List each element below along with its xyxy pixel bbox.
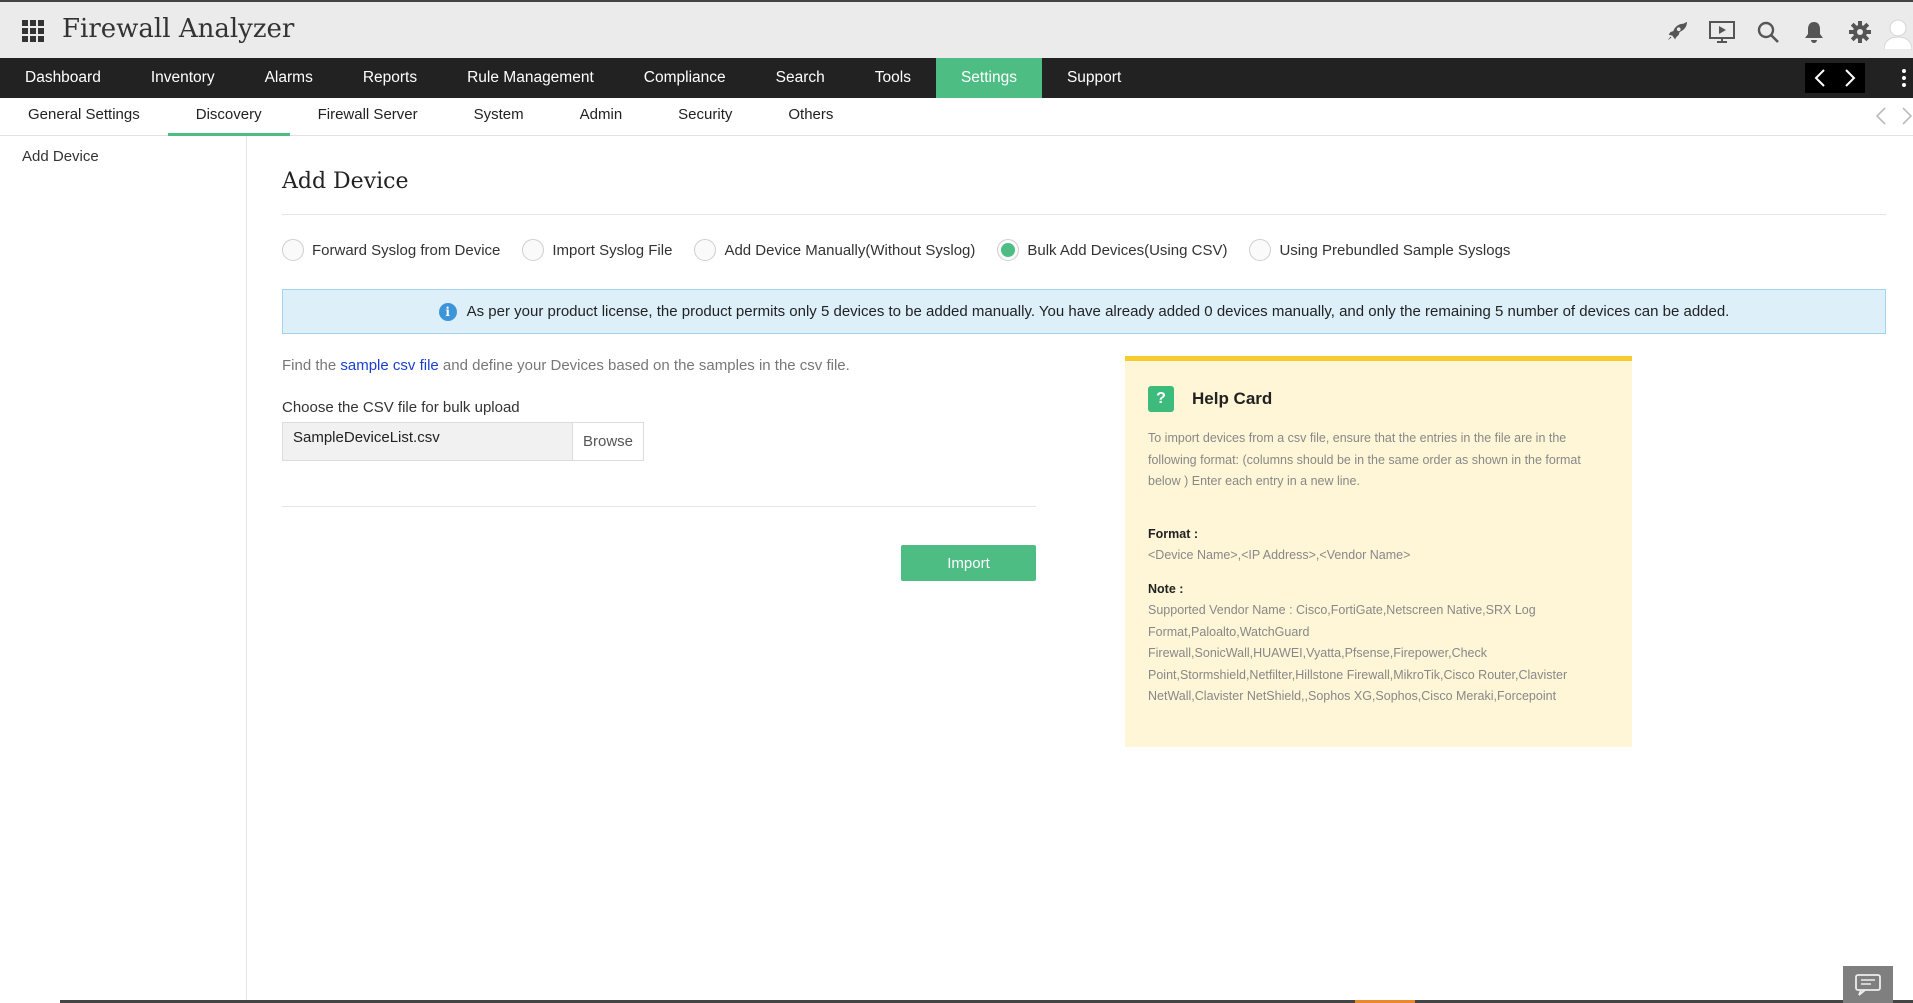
radio-label: Forward Syslog from Device <box>312 241 501 259</box>
note-label: Note : <box>1148 581 1184 596</box>
add-method-radio-group: Forward Syslog from Device Import Syslog… <box>282 234 1532 266</box>
radio-label: Import Syslog File <box>552 241 673 259</box>
gear-icon[interactable] <box>1837 14 1883 50</box>
help-intro: To import devices from a csv file, ensur… <box>1148 431 1581 488</box>
sub-nav: General Settings Discovery Firewall Serv… <box>0 98 1913 136</box>
radio-circle[interactable] <box>1249 239 1272 261</box>
radio-add-device-manually[interactable]: Add Device Manually(Without Syslog) <box>694 239 975 261</box>
nav-compliance[interactable]: Compliance <box>619 58 751 98</box>
chevron-left-icon[interactable] <box>1875 107 1887 125</box>
radio-prebundled-sample-syslogs[interactable]: Using Prebundled Sample Syslogs <box>1249 239 1510 261</box>
subnav-firewall-server[interactable]: Firewall Server <box>290 98 446 136</box>
chevron-right-icon[interactable] <box>1835 63 1865 93</box>
more-vertical-icon[interactable] <box>1895 58 1913 98</box>
help-card-header: ? Help Card <box>1148 386 1610 412</box>
nav-tools[interactable]: Tools <box>850 58 936 98</box>
radio-import-syslog-file[interactable]: Import Syslog File <box>522 239 672 261</box>
format-value: <Device Name>,<IP Address>,<Vendor Name> <box>1148 548 1411 562</box>
radio-circle-checked[interactable] <box>997 239 1020 261</box>
csv-file-input[interactable]: SampleDeviceList.csv <box>282 422 572 461</box>
radio-forward-syslog[interactable]: Forward Syslog from Device <box>282 239 500 261</box>
page-title: Add Device <box>282 169 409 194</box>
info-icon: i <box>438 302 457 321</box>
nav-rule-management[interactable]: Rule Management <box>442 58 619 98</box>
nav-inventory[interactable]: Inventory <box>126 58 240 98</box>
nav-dashboard[interactable]: Dashboard <box>0 58 126 98</box>
radio-circle[interactable] <box>282 239 304 261</box>
subnav-system[interactable]: System <box>446 98 552 136</box>
radio-label: Add Device Manually(Without Syslog) <box>724 241 976 259</box>
top-icons <box>1653 14 1913 50</box>
hint-suffix: and define your Devices based on the sam… <box>442 357 850 374</box>
subnav-scroll-arrows <box>1875 107 1913 125</box>
app-grid-icon[interactable] <box>22 20 44 42</box>
subnav-security[interactable]: Security <box>650 98 760 136</box>
csv-file-label: Choose the CSV file for bulk upload <box>282 399 520 416</box>
format-label: Format : <box>1148 526 1198 541</box>
sample-csv-link[interactable]: sample csv file <box>340 357 438 374</box>
help-card: ? Help Card To import devices from a csv… <box>1125 356 1632 747</box>
subnav-admin[interactable]: Admin <box>552 98 651 136</box>
license-info-banner: i As per your product license, the produ… <box>282 289 1886 334</box>
user-avatar-icon[interactable] <box>1883 14 1913 50</box>
nav-support[interactable]: Support <box>1042 58 1146 98</box>
search-icon[interactable] <box>1745 14 1791 50</box>
radio-label: Using Prebundled Sample Syslogs <box>1279 241 1511 259</box>
import-button[interactable]: Import <box>901 545 1036 581</box>
chevron-left-icon[interactable] <box>1805 63 1835 93</box>
sidebar: Add Device <box>0 136 247 1003</box>
subnav-general-settings[interactable]: General Settings <box>0 98 168 136</box>
chevron-right-icon[interactable] <box>1901 107 1913 125</box>
subnav-discovery[interactable]: Discovery <box>167 98 290 136</box>
main-nav: Dashboard Inventory Alarms Reports Rule … <box>0 58 1913 98</box>
rocket-icon[interactable] <box>1653 14 1699 50</box>
radio-circle[interactable] <box>694 239 717 261</box>
hint-prefix: Find the <box>282 357 337 374</box>
presentation-icon[interactable] <box>1699 14 1745 50</box>
browse-button[interactable]: Browse <box>572 422 644 461</box>
chat-icon[interactable] <box>1843 966 1893 1003</box>
nav-alarms[interactable]: Alarms <box>240 58 338 98</box>
divider <box>282 506 1036 507</box>
info-banner-text: As per your product license, the product… <box>466 303 1730 320</box>
radio-bulk-add-devices[interactable]: Bulk Add Devices(Using CSV) <box>997 239 1227 261</box>
csv-file-picker: SampleDeviceList.csv Browse <box>282 422 644 461</box>
radio-circle[interactable] <box>522 239 545 261</box>
divider <box>282 214 1886 215</box>
nav-scroll-arrows <box>1805 63 1865 93</box>
nav-settings[interactable]: Settings <box>935 58 1042 98</box>
nav-search[interactable]: Search <box>751 58 850 98</box>
app-title: Firewall Analyzer <box>62 14 295 44</box>
radio-label: Bulk Add Devices(Using CSV) <box>1027 241 1228 259</box>
nav-reports[interactable]: Reports <box>338 58 442 98</box>
subnav-others[interactable]: Others <box>760 98 861 136</box>
question-icon: ? <box>1148 386 1174 412</box>
bell-icon[interactable] <box>1791 14 1837 50</box>
help-card-title: Help Card <box>1192 389 1273 408</box>
top-bar: Firewall Analyzer <box>0 0 1913 58</box>
sidebar-item-add-device[interactable]: Add Device <box>22 148 99 165</box>
note-value: Supported Vendor Name : Cisco,FortiGate,… <box>1148 603 1568 703</box>
sample-file-hint: Find the sample csv file and define your… <box>282 357 850 374</box>
